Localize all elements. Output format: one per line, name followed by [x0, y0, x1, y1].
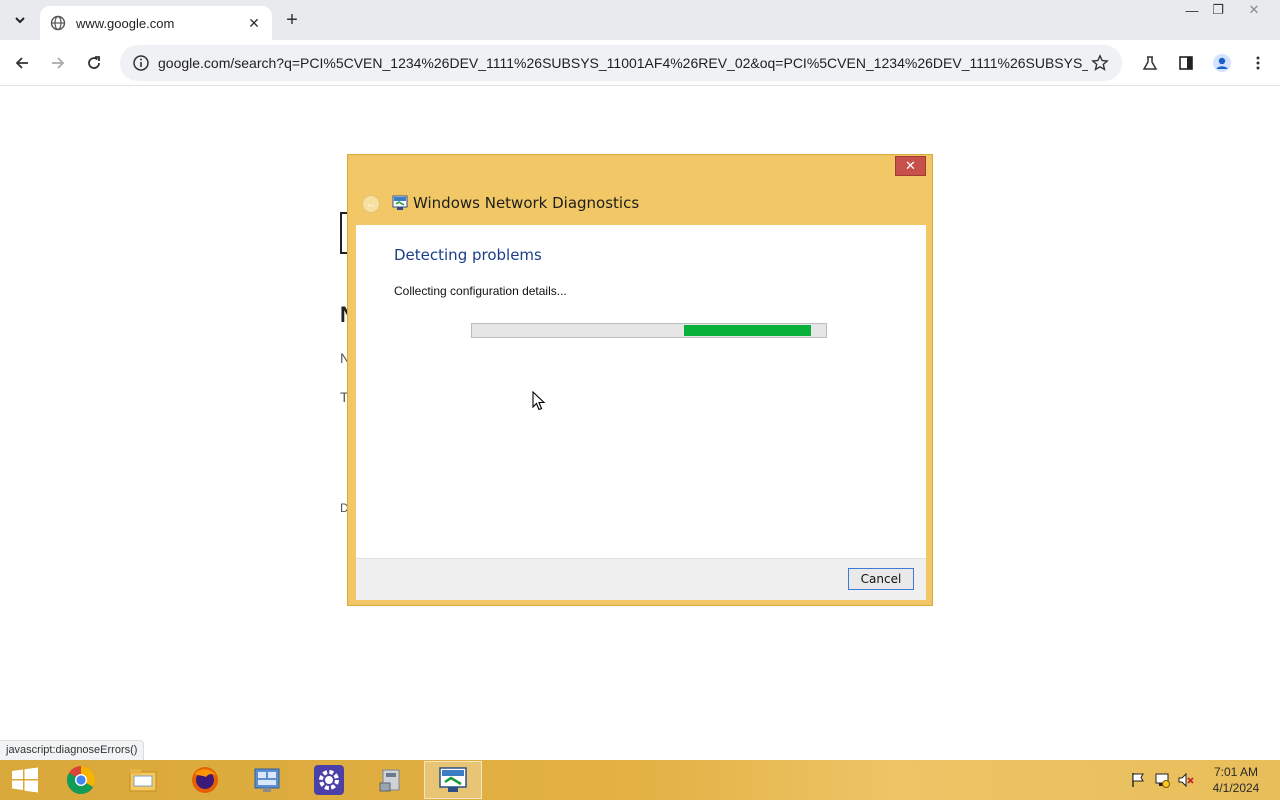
network-diagnostics-icon [392, 195, 408, 210]
browser-toolbar: google.com/search?q=PCI%5CVEN_1234%26DEV… [0, 40, 1280, 86]
network-status-icon[interactable] [1154, 772, 1170, 788]
arrow-right-icon [52, 57, 65, 69]
taskbar-firefox[interactable] [176, 761, 234, 799]
reload-button[interactable] [81, 50, 107, 76]
progress-fill [684, 325, 811, 336]
site-info-icon[interactable] [132, 54, 150, 72]
address-bar[interactable]: google.com/search?q=PCI%5CVEN_1234%26DEV… [120, 45, 1122, 81]
taskbar-chrome[interactable] [52, 761, 110, 799]
profile-avatar-icon [1213, 54, 1231, 72]
side-panel-icon [1179, 56, 1193, 70]
taskbar-device-manager[interactable] [362, 761, 420, 799]
kebab-menu-icon [1256, 56, 1260, 70]
profile-button[interactable] [1209, 50, 1235, 76]
window-close-button[interactable]: ✕ [1232, 0, 1276, 20]
status-text: Collecting configuration details... [394, 284, 567, 298]
tab-title: www.google.com [76, 15, 175, 31]
dialog-footer: Cancel [356, 558, 926, 600]
network-diagnostics-dialog: ✕ ← Windows Network Diagnostics Detectin… [347, 154, 933, 606]
start-button[interactable] [8, 764, 42, 796]
cancel-button[interactable]: Cancel [848, 568, 914, 590]
device-manager-icon [379, 769, 400, 792]
taskbar-settings[interactable] [300, 761, 358, 799]
network-diagnostics-icon [439, 767, 467, 792]
progress-bar [471, 323, 827, 338]
forward-button[interactable] [45, 50, 71, 76]
clock-date: 4/1/2024 [1212, 781, 1260, 795]
chrome-icon [67, 766, 95, 794]
clock-time: 7:01 AM [1213, 765, 1259, 779]
link-status-bubble: javascript:diagnoseErrors() [0, 740, 145, 760]
close-tab-icon[interactable]: ✕ [246, 15, 262, 31]
tab-strip: www.google.com ✕ + — ❐ ✕ [0, 0, 1280, 40]
dialog-title: Windows Network Diagnostics [413, 194, 640, 212]
flask-icon [1142, 56, 1158, 70]
dialog-close-button[interactable]: ✕ [895, 156, 926, 176]
firefox-icon [192, 767, 218, 793]
url-text[interactable]: google.com/search?q=PCI%5CVEN_1234%26DEV… [158, 55, 1088, 71]
control-panel-icon [254, 768, 280, 792]
settings-icon [314, 765, 344, 795]
back-arrow-icon[interactable]: ← [362, 195, 380, 213]
chevron-down-icon [15, 17, 25, 24]
system-clock[interactable]: 7:01 AM 4/1/2024 [1206, 764, 1266, 796]
windows-logo-icon [12, 767, 38, 793]
bookmark-star-icon[interactable] [1090, 53, 1110, 73]
speaker-muted-icon[interactable] [1178, 772, 1194, 788]
dialog-heading: Detecting problems [394, 246, 542, 264]
reload-icon [88, 56, 100, 69]
globe-icon [50, 15, 66, 31]
mouse-pointer-icon [532, 391, 546, 411]
back-button[interactable] [9, 50, 35, 76]
browser-tab[interactable]: www.google.com ✕ [40, 6, 272, 40]
side-panel-button[interactable] [1173, 50, 1199, 76]
file-explorer-icon [129, 769, 157, 792]
menu-button[interactable] [1245, 50, 1271, 76]
action-center-flag-icon[interactable] [1130, 772, 1146, 788]
taskbar-control-panel[interactable] [238, 761, 296, 799]
restore-button[interactable]: ❐ [1202, 0, 1234, 20]
taskbar-file-explorer[interactable] [114, 761, 172, 799]
taskbar: 7:01 AM 4/1/2024 [0, 760, 1280, 800]
new-tab-button[interactable]: + [282, 9, 302, 31]
taskbar-network-diagnostics[interactable] [424, 761, 482, 799]
dialog-body: Detecting problems Collecting configurat… [356, 225, 926, 558]
labs-button[interactable] [1137, 50, 1163, 76]
tab-search-button[interactable] [8, 8, 32, 32]
arrow-left-icon [15, 57, 28, 69]
